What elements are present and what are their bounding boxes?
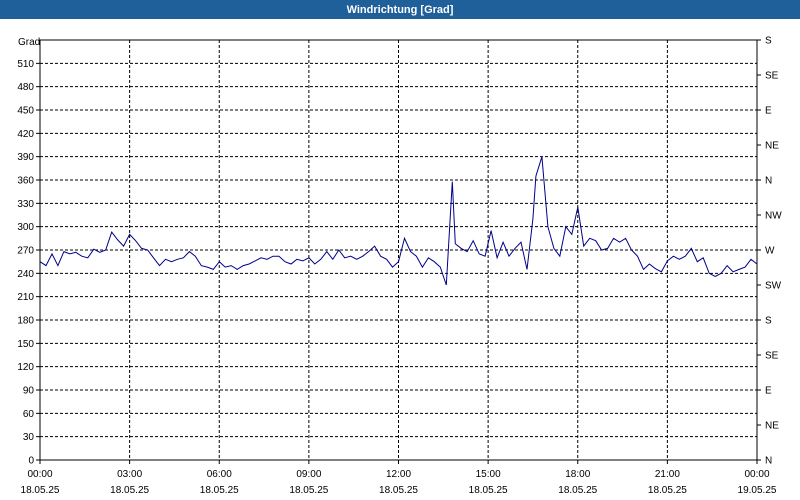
y-axis-right: N NE E SE S SW W NW N NE E SE S: [757, 36, 782, 467]
y2-tick-label: W: [765, 246, 775, 257]
y-tick-label: 30: [23, 432, 35, 443]
x-tick-date: 18.05.25: [558, 485, 597, 496]
y-tick-label: 180: [17, 316, 34, 327]
x-tick-time: 09:00: [296, 469, 321, 480]
x-tick-date: 19.05.25: [738, 485, 777, 496]
x-tick-date: 18.05.25: [200, 485, 239, 496]
y-tick-label: 120: [17, 362, 34, 373]
y2-tick-label: S: [765, 36, 772, 47]
y-tick-label: 0: [28, 456, 34, 467]
y2-tick-label: S: [765, 316, 772, 327]
x-tick-time: 15:00: [476, 469, 501, 480]
x-tick-date: 18.05.25: [289, 485, 328, 496]
y2-tick-label: NE: [765, 421, 779, 432]
x-tick-date: 18.05.25: [379, 485, 418, 496]
x-tick-time: 12:00: [386, 469, 411, 480]
y-tick-label: 300: [17, 222, 34, 233]
y-tick-label: 270: [17, 246, 34, 257]
y2-tick-label: SW: [765, 281, 782, 292]
y2-tick-label: N: [765, 176, 772, 187]
x-tick-time: 06:00: [207, 469, 232, 480]
y-axis-label: Grad: [18, 37, 40, 48]
y-axis-left: 0 30 60 90 120 150 180 210 240 270 300 330 360 390 420…: [17, 59, 40, 467]
y-tick-label: 510: [17, 59, 34, 70]
x-tick-time: 03:00: [117, 469, 142, 480]
y2-tick-label: E: [765, 106, 772, 117]
x-axis: 00:00 18.05.25 03:00 18.05.25 06:00 18.05.25 0…: [21, 460, 777, 496]
x-tick-time: 00:00: [744, 469, 769, 480]
y-tick-label: 240: [17, 269, 34, 280]
y-tick-label: 90: [23, 386, 35, 397]
x-tick-date: 18.05.25: [648, 485, 687, 496]
y-tick-label: 450: [17, 106, 34, 117]
chart-title: Windrichtung [Grad]: [0, 0, 800, 19]
y-tick-label: 210: [17, 292, 34, 303]
y-tick-label: 150: [17, 339, 34, 350]
y-tick-label: 420: [17, 129, 34, 140]
y2-tick-label: N: [765, 456, 772, 467]
y-tick-label: 360: [17, 176, 34, 187]
y2-tick-label: SE: [765, 351, 779, 362]
y2-tick-label: E: [765, 386, 772, 397]
x-tick-time: 21:00: [655, 469, 680, 480]
y2-tick-label: SE: [765, 71, 779, 82]
y-tick-label: 480: [17, 82, 34, 93]
y2-tick-label: NW: [765, 211, 782, 222]
x-tick-date: 18.05.25: [110, 485, 149, 496]
x-tick-time: 18:00: [565, 469, 590, 480]
x-tick-date: 18.05.25: [469, 485, 508, 496]
y-tick-label: 390: [17, 152, 34, 163]
y2-tick-label: NE: [765, 141, 779, 152]
y-tick-label: 60: [23, 409, 35, 420]
chart: 0 30 60 90 120 150 180 210 240 270 300 330 360 390 420…: [17, 36, 782, 497]
x-tick-time: 00:00: [27, 469, 52, 480]
x-tick-date: 18.05.25: [21, 485, 60, 496]
y-tick-label: 330: [17, 199, 34, 210]
